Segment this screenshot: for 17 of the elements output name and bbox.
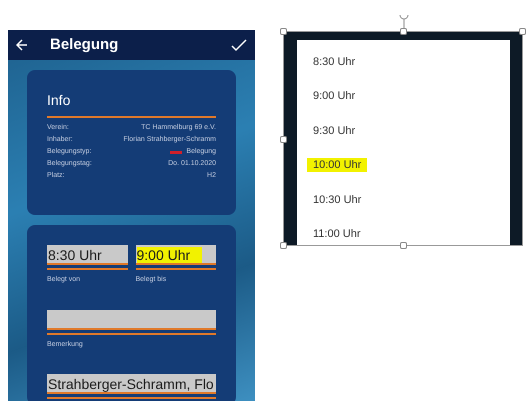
rotate-handle-icon[interactable] <box>397 12 411 29</box>
resize-handle[interactable] <box>280 242 287 249</box>
time-option[interactable]: 8:30 Uhr <box>307 55 362 69</box>
time-option[interactable]: 10:30 Uhr <box>307 192 368 207</box>
resize-handle[interactable] <box>400 28 407 35</box>
info-heading: Info <box>47 90 216 118</box>
screen-title: Belegung <box>50 34 118 55</box>
resize-handle[interactable] <box>519 28 526 35</box>
checkmark-icon[interactable] <box>231 38 247 52</box>
time-option[interactable]: 11:00 Uhr <box>307 226 366 241</box>
time-option[interactable]: 9:30 Uhr <box>307 124 362 138</box>
resize-handle[interactable] <box>280 136 287 143</box>
resize-handle[interactable] <box>400 242 407 249</box>
resize-handle[interactable] <box>280 28 287 35</box>
time-option[interactable]: 9:00 Uhr <box>307 89 362 104</box>
time-option[interactable]: 10:00 Uhr <box>307 158 368 172</box>
back-arrow-icon[interactable] <box>16 39 28 51</box>
